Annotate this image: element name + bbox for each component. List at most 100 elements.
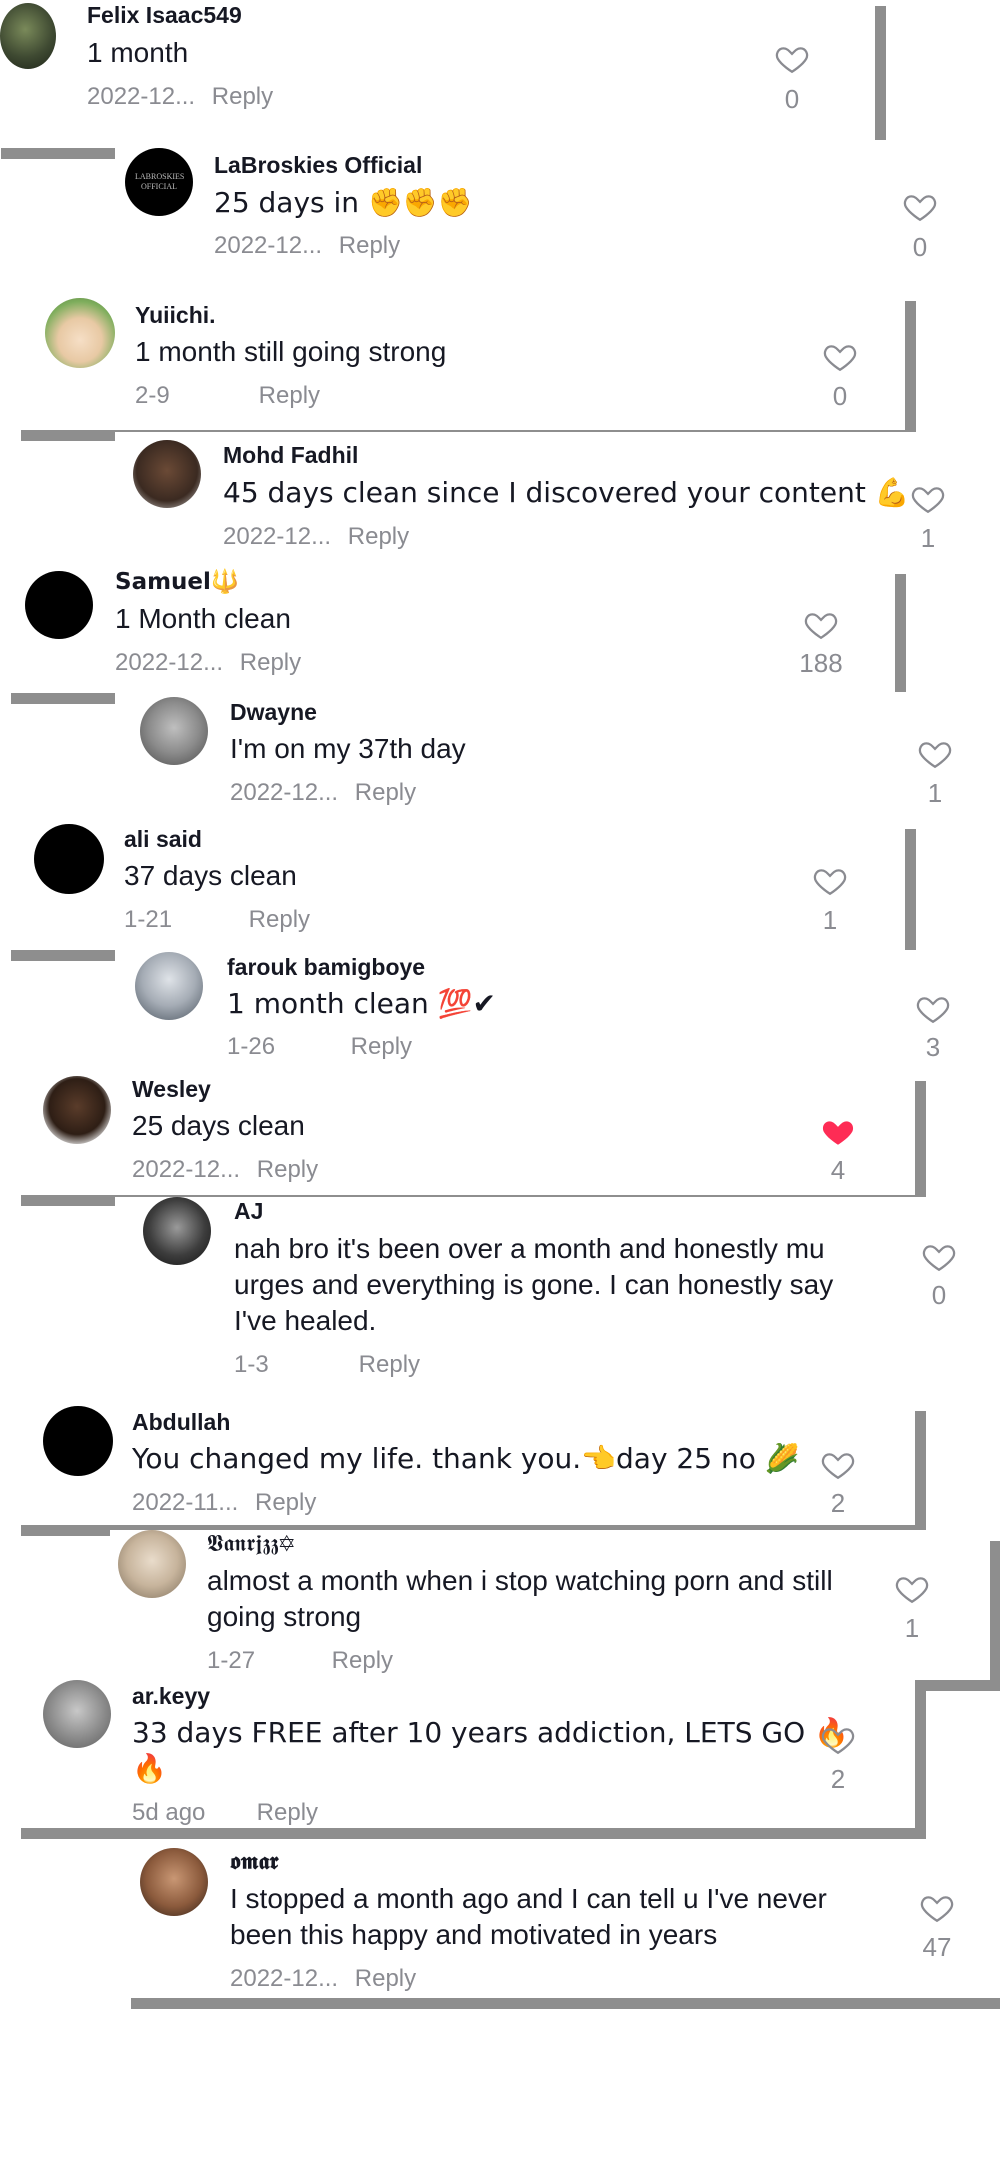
comment-text-line-1: almost a month when i stop watching porn… (207, 1565, 833, 1596)
avatar[interactable] (140, 697, 208, 765)
reply-button[interactable]: Reply (332, 1646, 393, 1676)
avatar[interactable] (45, 298, 115, 368)
comment-username[interactable]: ali said (124, 825, 202, 853)
comment-date: 2-9 (135, 382, 170, 409)
reply-button[interactable]: Reply (339, 231, 400, 261)
comment-meta: 2022-12... Reply (230, 778, 416, 808)
like-heart-icon[interactable] (903, 190, 937, 224)
reply-button[interactable]: Reply (355, 778, 416, 808)
avatar[interactable] (25, 571, 93, 639)
reply-button[interactable]: Reply (351, 1032, 412, 1062)
avatar[interactable] (135, 952, 203, 1020)
comment-text-line-1: 33 days FREE after 10 years addiction, L… (132, 1716, 849, 1749)
reply-button[interactable]: Reply (355, 1964, 416, 1994)
like-count: 188 (799, 648, 843, 678)
like-count: 0 (784, 84, 800, 114)
avatar[interactable] (133, 440, 201, 508)
like-count: 1 (822, 905, 838, 935)
like-count: 0 (912, 232, 928, 262)
avatar-logo-text: LABROSKIES OFFICIAL (135, 172, 185, 191)
comment-username[interactable]: 𝖁𝖆𝖓𝖗𝖏𝖟𝖟✡ (207, 1530, 295, 1558)
comment-username[interactable]: Yuiichi. (135, 301, 216, 329)
like-heart-icon[interactable] (821, 1448, 855, 1482)
like-heart-icon[interactable] (804, 608, 838, 642)
like-heart-icon[interactable] (813, 864, 847, 898)
comment-text-line-2: going strong (207, 1601, 362, 1632)
avatar[interactable] (140, 1848, 208, 1916)
like-count: 2 (830, 1764, 846, 1794)
comment-text: 37 days clean (124, 860, 297, 891)
comment-username[interactable]: ar.keyy (132, 1682, 210, 1710)
comment-username[interactable]: Felix Isaac549 (87, 1, 242, 29)
avatar[interactable] (0, 3, 56, 69)
reply-button[interactable]: Reply (348, 522, 409, 552)
reply-button[interactable]: Reply (359, 1350, 420, 1380)
comment-date: 5d ago (132, 1799, 206, 1826)
like-heart-icon[interactable] (775, 42, 809, 76)
like-heart-icon[interactable] (911, 482, 945, 516)
comment-meta: 2022-12... Reply (87, 82, 273, 112)
comment-card: farouk bamigboye 1 month clean 💯✔ 1-26 R… (115, 950, 1000, 1070)
comment-username[interactable]: Wesley (132, 1075, 211, 1103)
like-heart-icon[interactable] (920, 1891, 954, 1925)
comment-text: I'm on my 37th day (230, 733, 466, 764)
reply-button[interactable]: Reply (240, 648, 301, 678)
comment-username[interactable]: Abdullah (132, 1408, 230, 1436)
comment-username[interactable]: farouk bamigboye (227, 953, 425, 981)
comment-meta: 2022-12... Reply (214, 231, 400, 261)
reply-button[interactable]: Reply (257, 1798, 318, 1828)
reply-button[interactable]: Reply (259, 381, 320, 411)
comment-text-line-1: nah bro it's been over a month and hones… (234, 1233, 825, 1264)
reply-button[interactable]: Reply (249, 905, 310, 935)
comment-text-line-3: I've healed. (234, 1305, 377, 1336)
comment-card: Yuiichi. 1 month still going strong 2-9 … (10, 290, 905, 430)
comment-meta: 2022-12... Reply (230, 1964, 416, 1994)
like-heart-icon[interactable] (922, 1240, 956, 1274)
comment-username[interactable]: LaBroskies Official (214, 151, 422, 179)
avatar[interactable] (34, 824, 104, 894)
comment-card: 𝖔𝖒𝖆𝖗 I stopped a month ago and I can tel… (120, 1848, 1000, 1998)
comment-meta: 1-21 Reply (124, 905, 310, 935)
like-count: 1 (920, 523, 936, 553)
like-count: 1 (927, 778, 943, 808)
comment-username[interactable]: Dwayne (230, 698, 317, 726)
comment-text-line-2: been this happy and motivated in years (230, 1919, 718, 1950)
comment-meta: 2022-12... Reply (115, 648, 301, 678)
comment-text-line-2: 🔥 (132, 1752, 167, 1785)
like-heart-icon[interactable] (916, 992, 950, 1026)
comment-username[interactable]: Samuel🔱 (115, 568, 240, 596)
comment-date: 1-21 (124, 906, 173, 933)
like-count: 0 (832, 381, 848, 411)
avatar[interactable]: LABROSKIES OFFICIAL (125, 148, 193, 216)
avatar[interactable] (43, 1680, 111, 1748)
avatar[interactable] (43, 1076, 111, 1144)
like-heart-filled-icon[interactable] (821, 1115, 855, 1149)
comment-meta: 1-3 Reply (234, 1350, 420, 1380)
comment-card: Abdullah You changed my life. thank you.… (10, 1400, 915, 1525)
comment-date: 2022-12... (132, 1156, 241, 1183)
comment-username[interactable]: 𝖔𝖒𝖆𝖗 (230, 1848, 278, 1876)
comment-username[interactable]: Mohd Fadhil (223, 441, 358, 469)
reply-button[interactable]: Reply (212, 82, 273, 112)
comment-card: Dwayne I'm on my 37th day 2022-12... Rep… (115, 692, 1000, 817)
comment-date: 1-26 (227, 1033, 276, 1060)
comment-text: 1 month clean 💯✔ (227, 987, 497, 1020)
comment-card: ar.keyy 33 days FREE after 10 years addi… (10, 1680, 915, 1828)
avatar[interactable] (143, 1197, 211, 1265)
like-heart-icon[interactable] (823, 340, 857, 374)
comment-card: 𝖁𝖆𝖓𝖗𝖏𝖟𝖟✡ almost a month when i stop watc… (110, 1530, 990, 1680)
comment-text: 1 month still going strong (135, 336, 447, 367)
comment-text-line-2: urges and everything is gone. I can hone… (234, 1269, 834, 1300)
comment-text: 25 days clean (132, 1110, 305, 1141)
comment-text: 25 days in ✊✊✊ (214, 186, 473, 219)
like-heart-icon[interactable] (918, 737, 952, 771)
reply-button[interactable]: Reply (257, 1155, 318, 1185)
like-heart-icon[interactable] (821, 1723, 855, 1757)
like-count: 1 (904, 1613, 920, 1643)
like-heart-icon[interactable] (895, 1572, 929, 1606)
avatar[interactable] (43, 1406, 113, 1476)
avatar[interactable] (118, 1530, 186, 1598)
reply-button[interactable]: Reply (255, 1488, 316, 1518)
comment-username[interactable]: AJ (234, 1197, 263, 1225)
like-count: 4 (830, 1155, 846, 1185)
